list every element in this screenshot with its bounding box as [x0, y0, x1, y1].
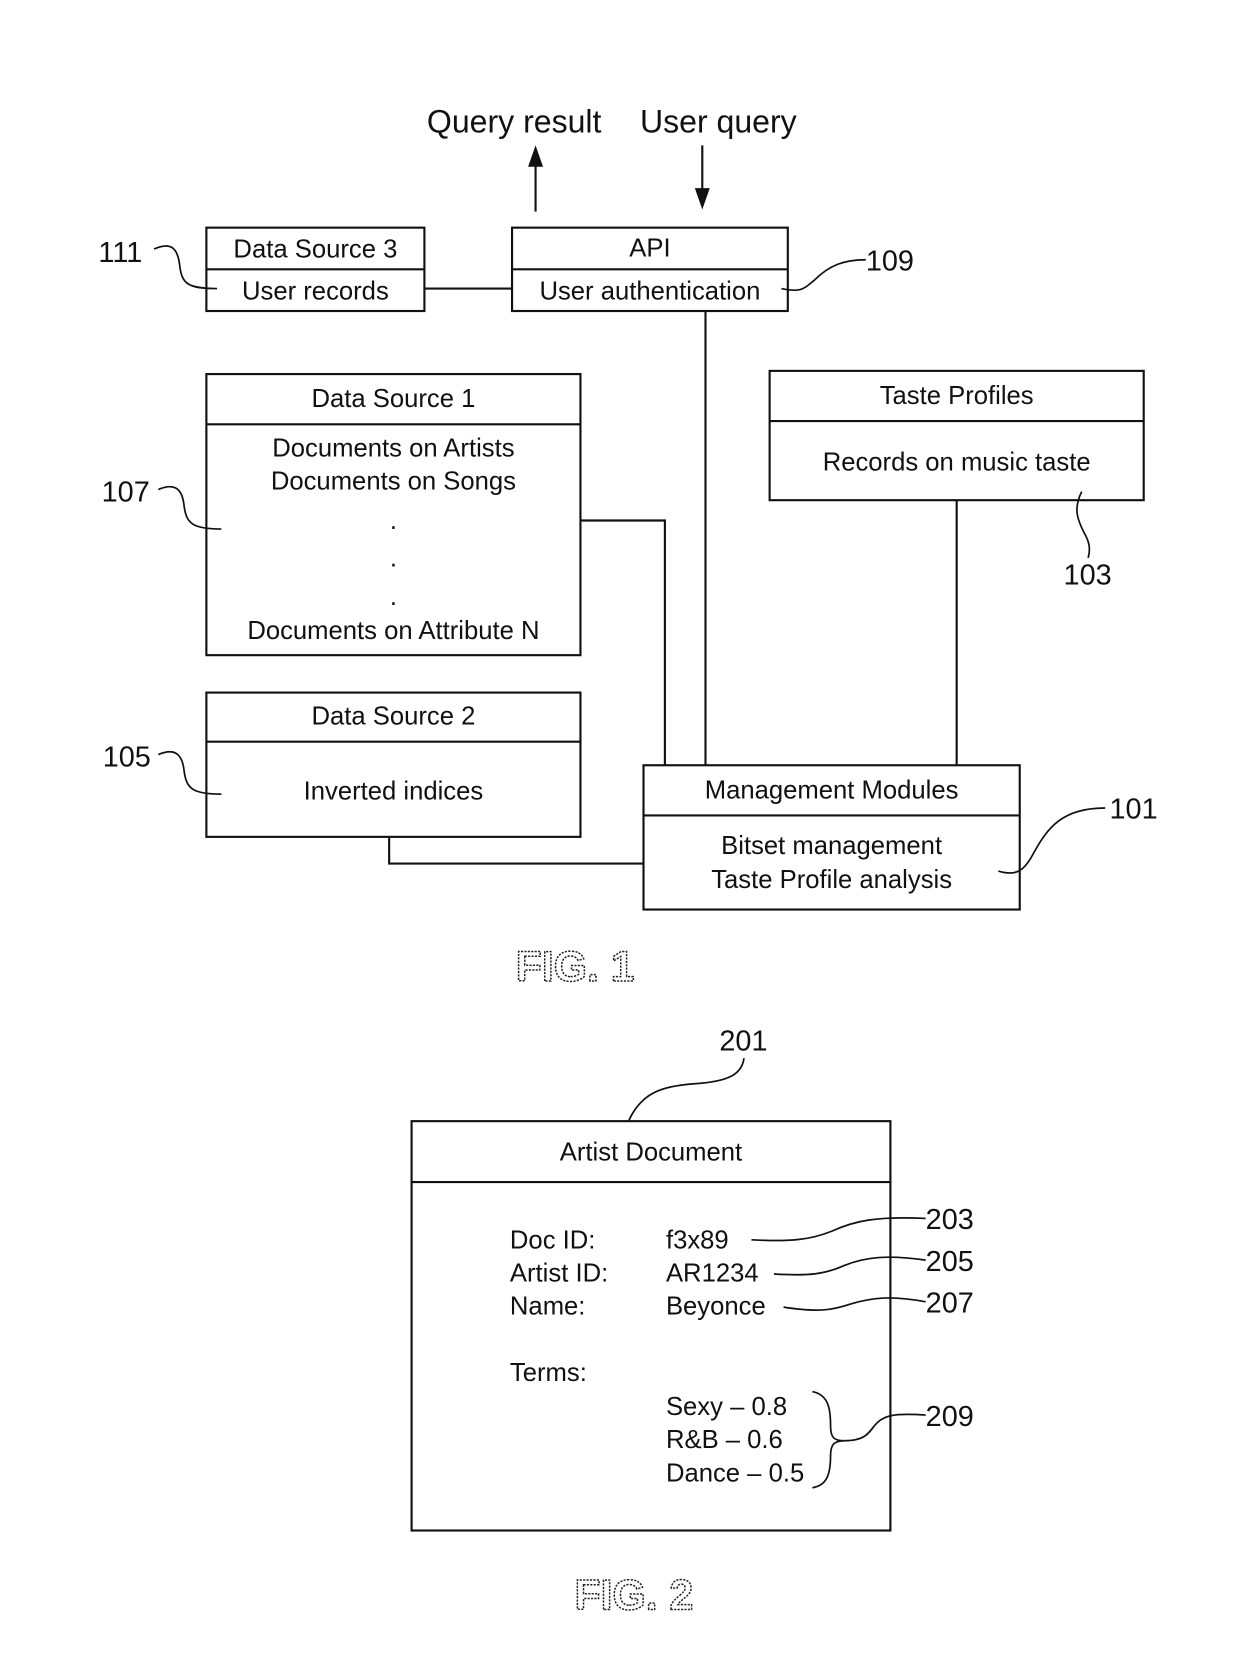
- leader-201: [627, 1057, 745, 1122]
- artist-document-title: Artist Document: [560, 1139, 742, 1167]
- management-modules-line: Bitset management: [721, 832, 942, 860]
- fig2: 201 Artist Document Doc ID: f3x89 Artist…: [410, 1026, 974, 1620]
- ref-107: 107: [102, 476, 150, 508]
- query-result-arrow: [528, 145, 544, 212]
- connector-ds2-mm: [388, 836, 644, 865]
- ref-105: 105: [103, 741, 151, 773]
- management-modules-line: Taste Profile analysis: [711, 866, 952, 894]
- patent-figures: Query result User query Data Source 3 Us…: [98, 104, 1157, 1621]
- ref-209: 209: [926, 1401, 974, 1433]
- query-result-label: Query result: [427, 104, 602, 140]
- data-source-1-ellipsis: .: [390, 583, 397, 611]
- leader-103: [1076, 491, 1091, 559]
- ref-103: 103: [1064, 560, 1112, 592]
- data-source-1-ellipsis: .: [390, 544, 397, 572]
- api-box: API User authentication: [510, 226, 789, 313]
- data-source-2-box: Data Source 2 Inverted indices: [205, 691, 582, 838]
- field-label: Name:: [510, 1293, 586, 1321]
- data-source-1-line: Documents on Artists: [272, 434, 514, 462]
- field-label: Artist ID:: [510, 1259, 608, 1287]
- management-modules-box: Management Modules Bitset management Tas…: [642, 764, 1021, 911]
- field-value: AR1234: [666, 1259, 759, 1287]
- leader-109: [781, 258, 866, 292]
- user-query-arrow: [694, 145, 710, 210]
- data-source-1-ellipsis: .: [390, 507, 397, 535]
- field-label: Doc ID:: [510, 1226, 595, 1254]
- term-item: Dance – 0.5: [666, 1459, 804, 1487]
- taste-profiles-title: Taste Profiles: [880, 382, 1034, 410]
- ref-201: 201: [719, 1026, 767, 1058]
- connector-ds1-mm: [580, 519, 666, 766]
- data-source-3-box: Data Source 3 User records: [205, 226, 426, 313]
- api-body: User authentication: [539, 277, 760, 305]
- data-source-1-line: Documents on Songs: [271, 468, 516, 496]
- field-value: f3x89: [666, 1226, 729, 1254]
- term-item: Sexy – 0.8: [666, 1393, 787, 1421]
- user-query-label: User query: [640, 104, 797, 140]
- term-item: R&B – 0.6: [666, 1426, 783, 1454]
- ref-207: 207: [926, 1287, 974, 1319]
- data-source-3-title: Data Source 3: [233, 236, 397, 264]
- data-source-1-line: Documents on Attribute N: [247, 617, 539, 645]
- data-source-3-body: User records: [242, 277, 389, 305]
- fig2-caption: FIG. 2: [575, 1572, 694, 1620]
- ref-109: 109: [866, 245, 914, 277]
- api-title: API: [629, 235, 670, 263]
- ref-101: 101: [1110, 794, 1158, 826]
- data-source-1-box: Data Source 1 Documents on Artists Docum…: [205, 373, 582, 657]
- artist-document-box: Artist Document Doc ID: f3x89 Artist ID:…: [410, 1120, 892, 1532]
- ref-111: 111: [98, 237, 142, 269]
- data-source-2-title: Data Source 2: [311, 703, 475, 731]
- management-modules-title: Management Modules: [705, 776, 959, 804]
- ref-203: 203: [926, 1204, 974, 1236]
- taste-profiles-box: Taste Profiles Records on music taste: [768, 369, 1145, 502]
- fig1: Query result User query Data Source 3 Us…: [98, 104, 1157, 992]
- data-source-2-body: Inverted indices: [304, 777, 484, 805]
- taste-profiles-body: Records on music taste: [823, 448, 1091, 476]
- data-source-1-title: Data Source 1: [311, 385, 475, 413]
- terms-label: Terms:: [510, 1359, 587, 1387]
- fig1-caption: FIG. 1: [516, 943, 635, 991]
- ref-205: 205: [926, 1246, 974, 1278]
- field-value: Beyonce: [666, 1293, 766, 1321]
